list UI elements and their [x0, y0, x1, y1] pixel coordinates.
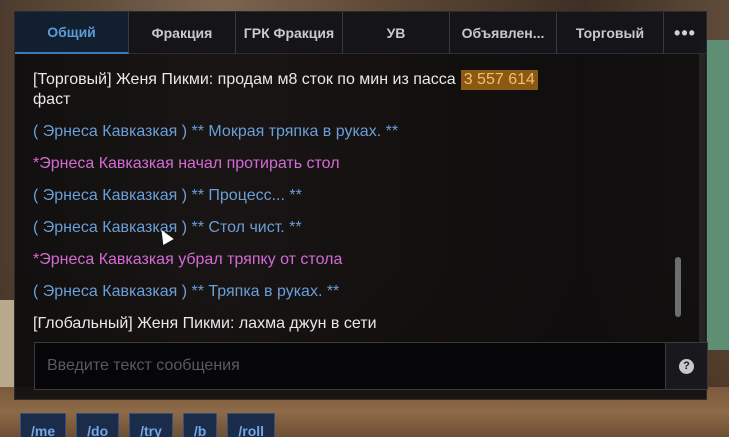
- chat-message: ( Эрнеса Кавказкая ) ** Стол чист. **: [33, 219, 302, 236]
- tab-uv[interactable]: УВ: [343, 12, 450, 54]
- message-list: [Торговый] Женя Пикми: продам м8 сток по…: [33, 70, 673, 346]
- chat-message: [Торговый] Женя Пикми: продам м8 сток по…: [33, 70, 673, 110]
- tab-general[interactable]: Общий: [15, 12, 129, 54]
- tab-faction[interactable]: Фракция: [129, 12, 236, 54]
- tab-announcements[interactable]: Объявлен...: [450, 12, 557, 54]
- question-icon: ?: [679, 358, 694, 374]
- cmd-roll-button[interactable]: /roll: [227, 413, 276, 437]
- cmd-b-button[interactable]: /b: [182, 413, 218, 437]
- command-shortcuts: /me /do /try /b /roll: [20, 413, 276, 437]
- chat-message: *Эрнеса Кавказкая убрал тряпку от стола: [33, 251, 343, 268]
- chat-message: *Эрнеса Кавказкая начал протирать стол: [33, 155, 340, 172]
- message-input-box: ?: [34, 342, 708, 390]
- tab-grk-faction[interactable]: ГРК Фракция: [236, 12, 343, 54]
- cmd-try-button[interactable]: /try: [129, 413, 173, 437]
- message-input[interactable]: [35, 343, 665, 389]
- help-button[interactable]: ?: [665, 343, 707, 389]
- chat-message: ( Эрнеса Кавказкая ) ** Процесс... **: [33, 187, 302, 204]
- cmd-me-button[interactable]: /me: [20, 413, 67, 437]
- cmd-do-button[interactable]: /do: [76, 413, 120, 437]
- message-text-continued: фаст: [33, 91, 71, 108]
- chat-message: [Глобальный] Женя Пикми: лахма джун в се…: [33, 315, 377, 332]
- chat-tabs: Общий Фракция ГРК Фракция УВ Объявлен...…: [15, 12, 706, 54]
- chat-message: ( Эрнеса Кавказкая ) ** Мокрая тряпка в …: [33, 123, 399, 140]
- price-badge: 3 557 614: [460, 70, 538, 90]
- message-text: [Торговый] Женя Пикми: продам м8 сток по…: [33, 71, 456, 88]
- tab-trade[interactable]: Торговый: [557, 12, 664, 54]
- more-tabs-icon[interactable]: •••: [664, 12, 706, 54]
- chat-window: Общий Фракция ГРК Фракция УВ Объявлен...…: [14, 11, 708, 400]
- chat-message: ( Эрнеса Кавказкая ) ** Тряпка в руках. …: [33, 283, 340, 300]
- chat-scrollbar[interactable]: [675, 257, 681, 317]
